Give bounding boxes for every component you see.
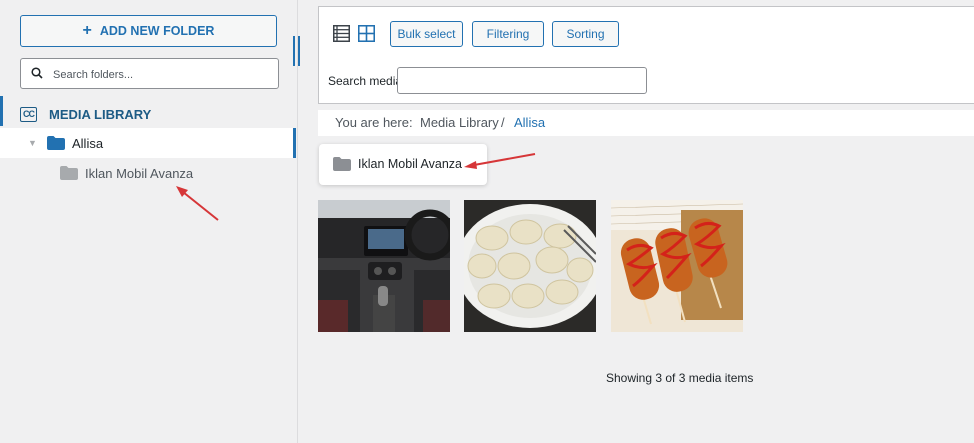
folder-icon: [47, 136, 65, 150]
admin-menu-accent: [0, 96, 3, 126]
tree-folder-label: Iklan Mobil Avanza: [85, 166, 194, 181]
plus-icon: +: [82, 22, 92, 39]
search-media-input[interactable]: [397, 67, 647, 94]
tree-folder-label: Allisa: [72, 136, 104, 151]
breadcrumb-root-link[interactable]: Media Library: [420, 115, 499, 130]
folder-icon: [60, 166, 78, 180]
corn-dogs-image: [611, 200, 743, 332]
car-interior-image: [318, 200, 450, 332]
media-library-icon: CC: [20, 106, 37, 122]
grid-view-icon[interactable]: [358, 25, 375, 42]
media-item-corn-dogs[interactable]: [611, 200, 743, 332]
dumplings-image: [464, 200, 596, 332]
search-folders-field[interactable]: [20, 58, 279, 89]
search-icon: [31, 67, 43, 79]
list-view-icon[interactable]: [333, 25, 350, 42]
media-library-root[interactable]: CC MEDIA LIBRARY: [20, 104, 151, 124]
subfolder-label: Iklan Mobil Avanza: [358, 157, 462, 171]
filtering-button[interactable]: Filtering: [472, 21, 544, 47]
breadcrumb-current[interactable]: Allisa: [514, 115, 545, 130]
search-media-label: Search media: [328, 74, 403, 88]
media-item-car-interior[interactable]: [318, 200, 450, 332]
add-new-folder-label: ADD NEW FOLDER: [99, 24, 215, 38]
tree-folder-allisa[interactable]: ▼ Allisa: [0, 128, 296, 158]
collapse-caret-icon[interactable]: ▼: [28, 138, 37, 148]
add-new-folder-button[interactable]: + ADD NEW FOLDER: [20, 15, 277, 47]
breadcrumb-separator: :: [409, 115, 413, 130]
search-folders-input[interactable]: [51, 64, 275, 85]
media-count-text: Showing 3 of 3 media items: [606, 371, 754, 385]
breadcrumb: You are here : Media Library / Allisa: [318, 110, 974, 136]
media-item-dumplings[interactable]: [464, 200, 596, 332]
sidebar-resize-handle[interactable]: [293, 36, 301, 66]
subfolder-card[interactable]: Iklan Mobil Avanza: [319, 144, 487, 185]
breadcrumb-separator: /: [501, 115, 505, 130]
media-library-title: MEDIA LIBRARY: [49, 106, 152, 122]
tree-folder-iklan-mobil-avanza[interactable]: Iklan Mobil Avanza: [0, 160, 296, 188]
breadcrumb-prefix: You are here: [335, 115, 409, 130]
folder-icon: [333, 157, 351, 171]
bulk-select-button[interactable]: Bulk select: [390, 21, 463, 47]
sorting-button[interactable]: Sorting: [552, 21, 619, 47]
